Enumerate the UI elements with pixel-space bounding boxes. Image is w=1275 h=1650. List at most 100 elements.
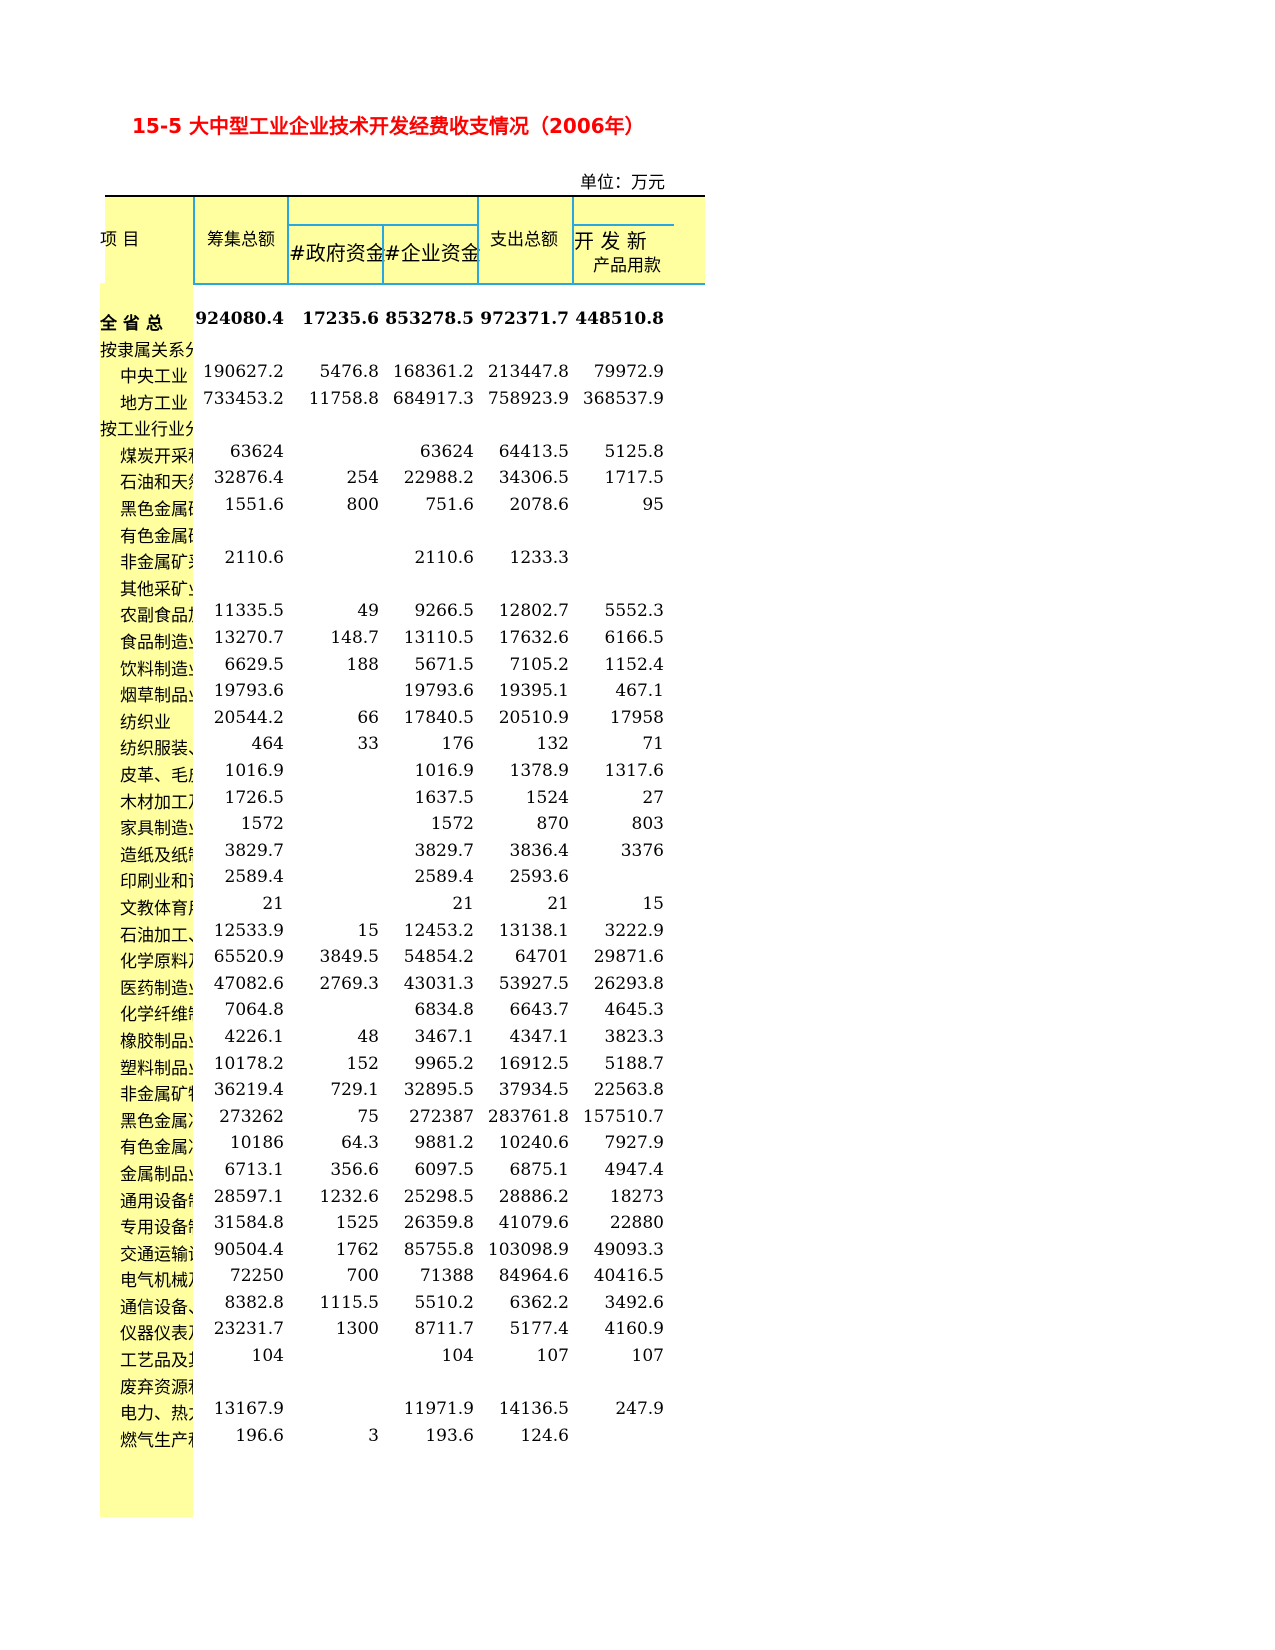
- row-label: 食品制造业: [120, 633, 193, 654]
- cell-new-product: 95: [642, 495, 664, 516]
- cell-new-product: 4160.9: [604, 1319, 664, 1340]
- row-label: 通用设备制造业: [120, 1191, 193, 1212]
- cell-new-product: 803: [631, 814, 664, 835]
- cell-new-product: 26293.8: [593, 973, 664, 994]
- row-label: 金属制品业: [120, 1164, 193, 1185]
- table-row: 石油加工、炼焦及核燃料加工业 12533.9 15 12453.2 13138.1 322…: [105, 919, 705, 946]
- cell-new-product: 49093.3: [593, 1239, 664, 1260]
- cell-raise-total: 47082.6: [213, 973, 284, 994]
- cell-enterprise-fund: 21: [452, 893, 474, 914]
- cell-enterprise-fund: 22988.2: [403, 468, 474, 489]
- row-label: 饮料制造业: [120, 659, 193, 680]
- cell-spend-total: 84964.6: [498, 1266, 569, 1287]
- table-row: 医药制造业 47082.6 2769.3 43031.3 53927.5 26293.8: [105, 972, 705, 999]
- header-enterprise-fund: #企业资金: [384, 241, 481, 265]
- cell-spend-total: 41079.6: [498, 1213, 569, 1234]
- cell-spend-total: 5177.4: [509, 1319, 569, 1340]
- cell-gov-fund: 2769.3: [319, 973, 379, 994]
- cell-enterprise-fund: 751.6: [425, 495, 474, 516]
- cell-enterprise-fund: 17840.5: [403, 707, 474, 728]
- row-label: 文教体育用品制造业: [120, 898, 193, 919]
- row-label: 按工业行业分: [100, 420, 193, 441]
- cell-spend-total: 124.6: [520, 1425, 569, 1446]
- row-label: 纺织业: [120, 712, 171, 733]
- cell-gov-fund: 800: [346, 495, 379, 516]
- table-row: 全 省 总 924080.4 17235.6 853278.5 972371.7 4485…: [100, 307, 705, 334]
- table-row: 地方工业 733453.2 11758.8 684917.3 758923.9 36853…: [105, 387, 705, 414]
- cell-gov-fund: 5476.8: [319, 362, 379, 383]
- cell-gov-fund: 64.3: [341, 1133, 379, 1154]
- cell-spend-total: 17632.6: [498, 628, 569, 649]
- cell-gov-fund: 1115.5: [319, 1292, 379, 1313]
- cell-spend-total: 37934.5: [498, 1080, 569, 1101]
- cell-new-product: 3222.9: [604, 920, 664, 941]
- header-new-product-bottom: 产品用款: [593, 256, 661, 276]
- cell-raise-total: 12533.9: [213, 920, 284, 941]
- cell-enterprise-fund: 19793.6: [403, 681, 474, 702]
- row-label: 非金属矿采选业: [120, 553, 193, 574]
- cell-spend-total: 758923.9: [487, 388, 569, 409]
- row-label: 工艺品及其他制造业: [120, 1351, 193, 1372]
- row-label: 石油和天然气开采业: [120, 473, 193, 494]
- cell-enterprise-fund: 32895.5: [403, 1080, 474, 1101]
- cell-enterprise-fund: 9266.5: [414, 601, 474, 622]
- cell-raise-total: 20544.2: [213, 707, 284, 728]
- cell-spend-total: 16912.5: [498, 1053, 569, 1074]
- cell-new-product: 5552.3: [604, 601, 664, 622]
- cell-new-product: 6166.5: [604, 628, 664, 649]
- cell-raise-total: 28597.1: [213, 1186, 284, 1207]
- table-row: 金属制品业 6713.1 356.6 6097.5 6875.1 4947.4: [105, 1158, 705, 1185]
- cell-raise-total: 1726.5: [224, 787, 284, 808]
- cell-enterprise-fund: 6097.5: [414, 1159, 474, 1180]
- table-header: 项 目 筹集总额 #政府资金 #企业资金 支出总额 开 发 新 产品用款: [100, 195, 705, 285]
- cell-enterprise-fund: 272387: [409, 1106, 474, 1127]
- table-row: 非金属矿采选业 2110.6 2110.6 1233.3: [105, 546, 705, 573]
- cell-spend-total: 6643.7: [509, 1000, 569, 1021]
- cell-spend-total: 28886.2: [498, 1186, 569, 1207]
- cell-raise-total: 11335.5: [213, 601, 284, 622]
- cell-enterprise-fund: 1572: [430, 814, 474, 835]
- cell-raise-total: 464: [251, 734, 284, 755]
- cell-gov-fund: 700: [346, 1266, 379, 1287]
- header-raise-total: 筹集总额: [207, 230, 275, 250]
- cell-enterprise-fund: 9965.2: [414, 1053, 474, 1074]
- cell-raise-total: 72250: [229, 1266, 284, 1287]
- cell-spend-total: 6875.1: [509, 1159, 569, 1180]
- cell-raise-total: 1551.6: [224, 495, 284, 516]
- cell-enterprise-fund: 684917.3: [392, 388, 474, 409]
- table-row: 非金属矿物制品业 36219.4 729.1 32895.5 37934.5 22563.…: [105, 1078, 705, 1105]
- cell-new-product: 3823.3: [604, 1026, 664, 1047]
- cell-enterprise-fund: 9881.2: [414, 1133, 474, 1154]
- cell-new-product: 18273: [609, 1186, 664, 1207]
- cell-spend-total: 2593.6: [509, 867, 569, 888]
- cell-enterprise-fund: 71388: [419, 1266, 474, 1287]
- cell-raise-total: 13270.7: [213, 628, 284, 649]
- header-divider: [193, 197, 195, 283]
- cell-gov-fund: 1762: [335, 1239, 379, 1260]
- table-row: 化学原料及化学制品制造业 65520.9 3849.5 54854.2 64701 298…: [105, 945, 705, 972]
- table-row: 燃气生产和供应业 196.6 3 193.6 124.6: [105, 1424, 705, 1451]
- cell-raise-total: 190627.2: [202, 362, 284, 383]
- cell-new-product: 448510.8: [575, 309, 664, 329]
- cell-raise-total: 1572: [240, 814, 284, 835]
- table-row: 皮革、毛皮、羽毛及其制品业 1016.9 1016.9 1378.9 1317.6: [105, 759, 705, 786]
- table-row: 饮料制造业 6629.5 188 5671.5 7105.2 1152.4: [105, 653, 705, 680]
- row-label: 全 省 总: [100, 314, 163, 334]
- row-label: 废弃资源和废旧材料回收加工业: [120, 1377, 193, 1398]
- table-row: 烟草制品业 19793.6 19793.6 19395.1 467.1: [105, 679, 705, 706]
- cell-gov-fund: 66: [357, 707, 379, 728]
- table-row: 木材加工及木、竹、藤制品业 1726.5 1637.5 1524 27: [105, 786, 705, 813]
- cell-new-product: 1317.6: [604, 761, 664, 781]
- cell-new-product: 3492.6: [604, 1292, 664, 1313]
- cell-new-product: 79972.9: [593, 362, 664, 383]
- header-spend-total: 支出总额: [490, 230, 558, 250]
- cell-raise-total: 8382.8: [224, 1292, 284, 1313]
- cell-raise-total: 19793.6: [213, 681, 284, 702]
- cell-gov-fund: 17235.6: [302, 309, 379, 329]
- cell-gov-fund: 356.6: [330, 1159, 379, 1180]
- table-row: 按隶属关系分: [100, 334, 705, 361]
- table-row: 有色金属冶炼及压延加工业 10186 64.3 9881.2 10240.6 7927.9: [105, 1131, 705, 1158]
- cell-enterprise-fund: 176: [441, 734, 474, 755]
- cell-raise-total: 23231.7: [213, 1319, 284, 1340]
- cell-spend-total: 64413.5: [498, 441, 569, 462]
